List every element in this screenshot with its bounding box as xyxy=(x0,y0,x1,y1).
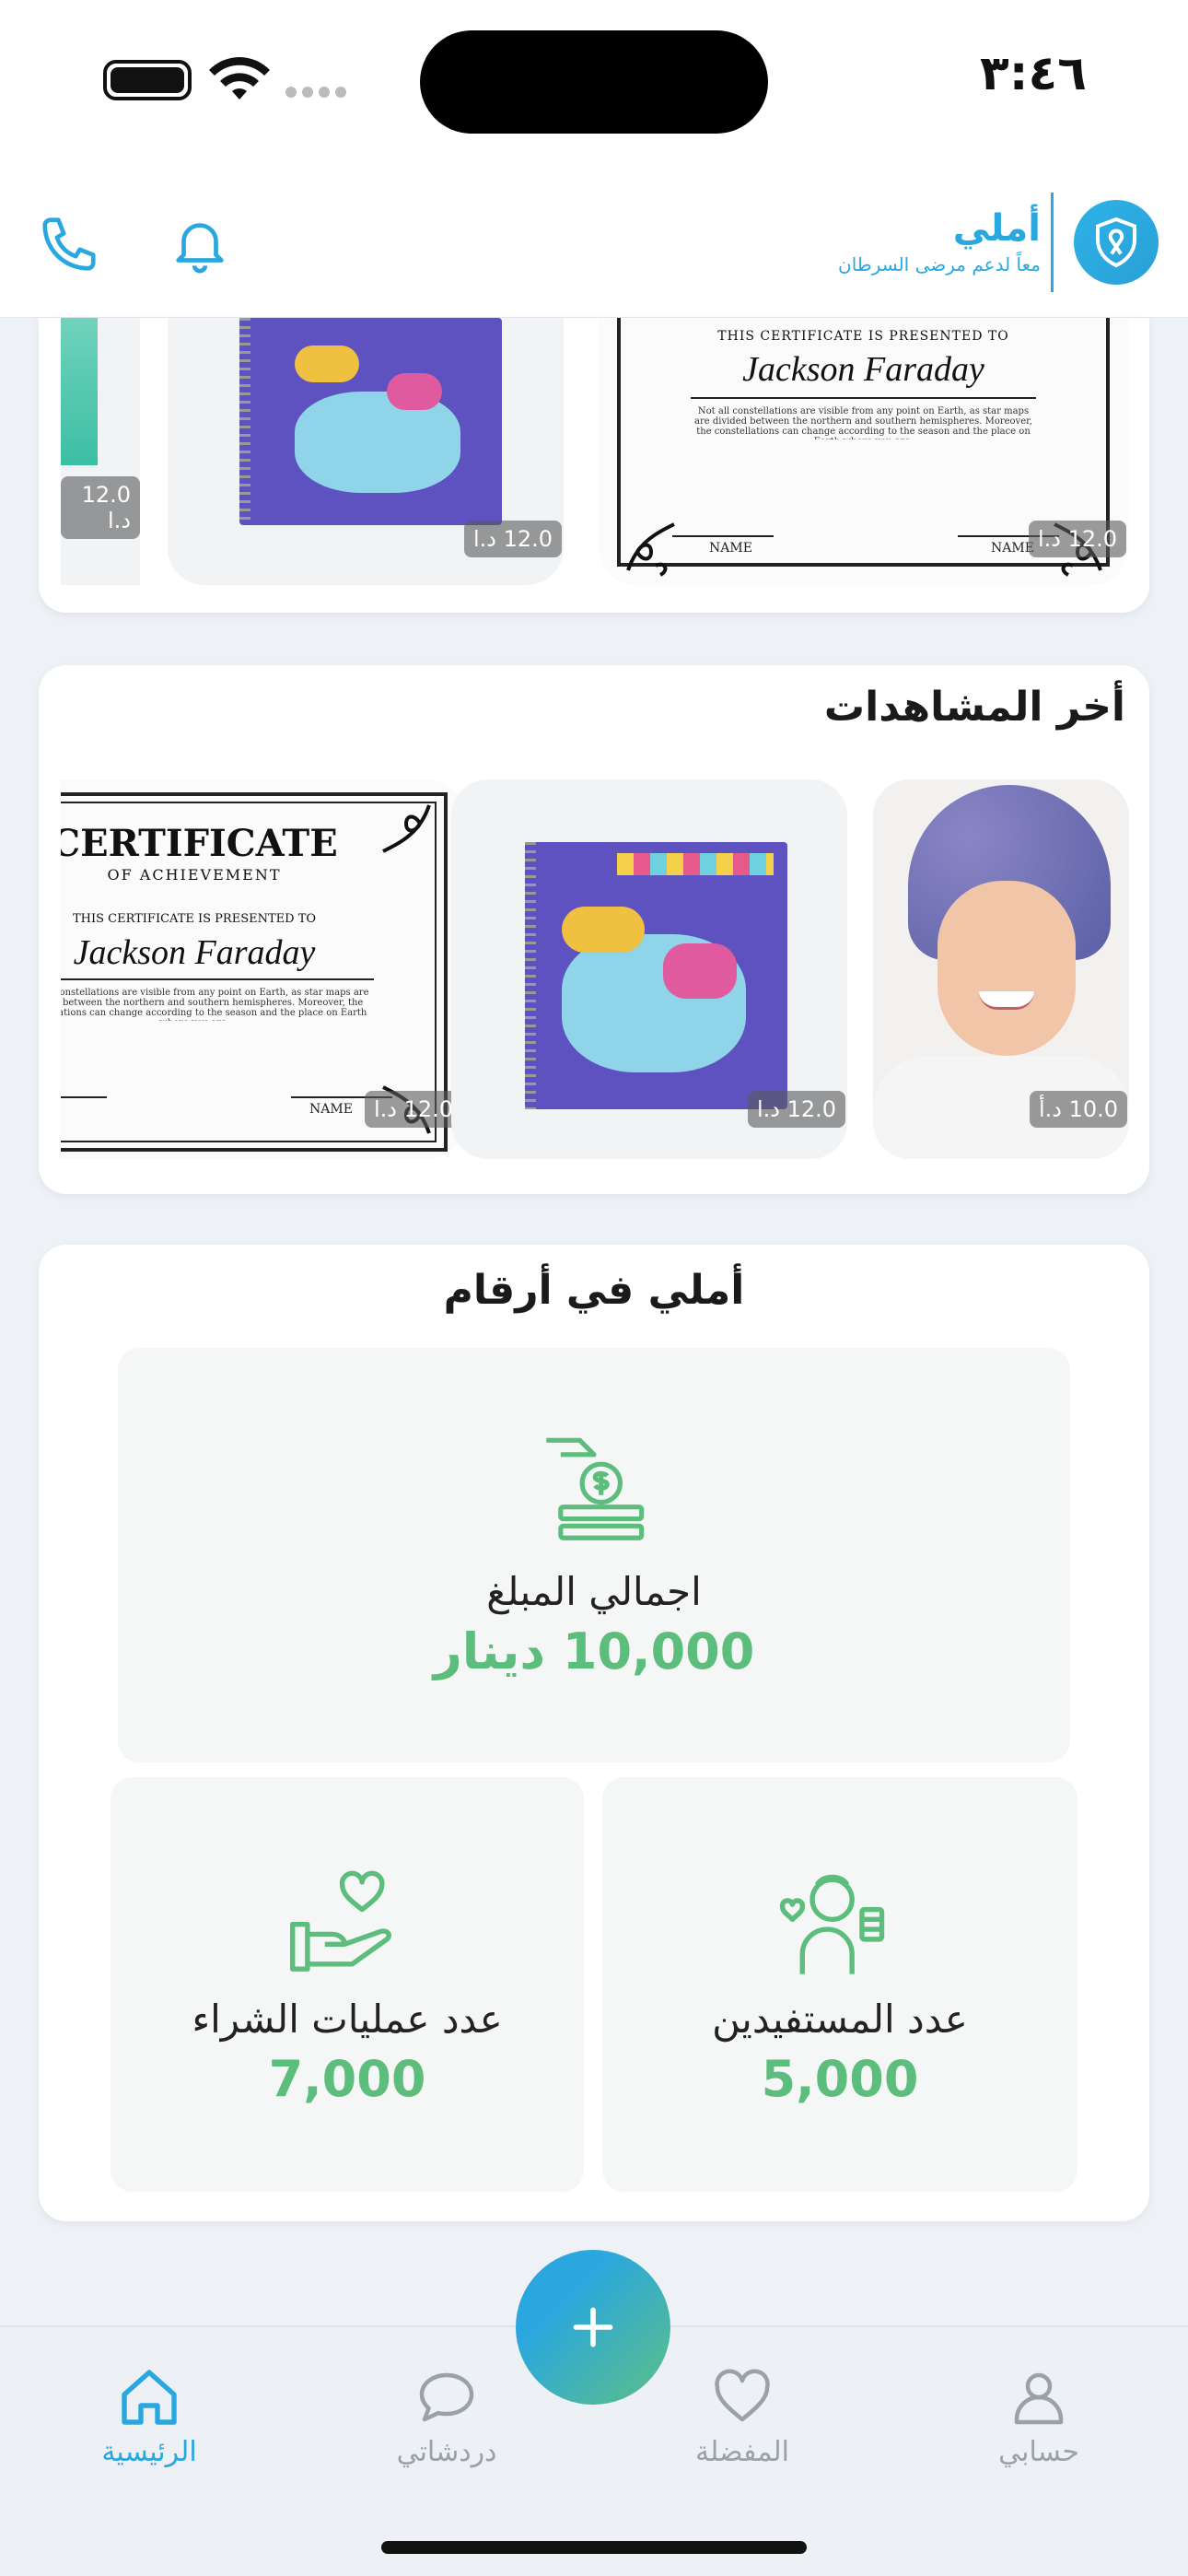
nav-home[interactable]: الرئيسية xyxy=(57,2364,241,2468)
nav-favorites-label: المفضلة xyxy=(694,2436,790,2468)
price-tag: 12.0 د.ا xyxy=(61,476,140,539)
product-tile[interactable]: 12.0 د.ا xyxy=(451,779,847,1159)
signal-icon xyxy=(285,87,346,98)
plus-icon xyxy=(573,2307,613,2348)
chat-bubble-icon xyxy=(419,2372,474,2422)
home-indicator xyxy=(381,2541,807,2554)
heart-icon xyxy=(715,2369,770,2422)
donation-coin-icon xyxy=(546,1437,645,1540)
notebook-image xyxy=(239,318,502,525)
beneficiaries-value: 5,000 xyxy=(761,2050,919,2108)
nav-chats-label: دردشاتي xyxy=(396,2436,497,2468)
product-tile[interactable]: CERTIFICATE OF ACHIEVEMENT THIS CERTIFIC… xyxy=(61,779,464,1159)
nav-favorites[interactable]: المفضلة xyxy=(650,2364,834,2468)
nav-home-label: الرئيسية xyxy=(101,2436,197,2468)
total-amount-value: 10,000 دينار xyxy=(433,1622,755,1680)
notebook-image xyxy=(525,842,787,1109)
stats-card: أملي في أرقام اجمالي المبلغ 10,000 دينار xyxy=(39,1245,1149,2221)
price-tag: 12.0 د.ا xyxy=(747,1091,845,1128)
status-time: ٣:٤٦ xyxy=(979,46,1087,101)
product-tile[interactable]: 12.0 د.ا xyxy=(168,318,564,585)
app-header: أملي معاً لدعم مرضى السرطان xyxy=(0,161,1188,318)
recent-views-title: أخر المشاهدات xyxy=(823,684,1125,731)
heart-hand-icon xyxy=(289,1870,391,1972)
price-tag: 12.0 د.ا xyxy=(463,521,562,557)
user-icon xyxy=(1014,2372,1064,2425)
nav-account[interactable]: حسابي xyxy=(947,2364,1131,2468)
product-tile[interactable]: 12.0 د.ا xyxy=(61,318,140,585)
home-icon xyxy=(122,2370,177,2425)
phone-icon[interactable] xyxy=(37,212,101,276)
wifi-icon xyxy=(209,57,270,100)
product-tile[interactable]: THIS CERTIFICATE IS PRESENTED TO Jackson… xyxy=(599,318,1128,585)
total-amount-box: اجمالي المبلغ 10,000 دينار xyxy=(118,1348,1070,1762)
price-tag: 12.0 د.ا xyxy=(1028,521,1126,557)
purchases-value: 7,000 xyxy=(268,2050,426,2108)
brand-divider xyxy=(1051,193,1054,292)
status-bar: ٣:٤٦ xyxy=(0,0,1188,161)
price-tag: 12.0 د.ا xyxy=(364,1091,462,1128)
products-card: 12.0 د.ا 12.0 د.ا THIS CERTIFICATE IS PR… xyxy=(39,318,1149,613)
nav-account-label: حسابي xyxy=(998,2436,1079,2468)
beneficiaries-label: عدد المستفيدين xyxy=(712,1996,968,2042)
purchases-box: عدد عمليات الشراء 7,000 xyxy=(111,1777,584,2192)
bell-icon[interactable] xyxy=(168,212,232,276)
ornament-icon xyxy=(626,522,675,577)
total-amount-label: اجمالي المبلغ xyxy=(486,1569,702,1614)
recent-views-card: أخر المشاهدات CERTIFICATE OF ACHIEVEMENT… xyxy=(39,665,1149,1194)
dynamic-island xyxy=(420,30,768,134)
brand-tagline: معاً لدعم مرضى السرطان xyxy=(838,253,1041,275)
app-screen: ٣:٤٦ أملي معاً لدعم مرضى السرطان 12.0 د.… xyxy=(0,0,1188,2576)
stats-title: أملي في أرقام xyxy=(443,1267,745,1314)
brand-logo-icon xyxy=(1074,200,1159,285)
battery-icon xyxy=(103,60,192,100)
beneficiaries-box: عدد المستفيدين 5,000 xyxy=(602,1777,1077,2192)
ornament-icon xyxy=(382,804,431,853)
brand-name: أملي xyxy=(952,207,1041,250)
beneficiary-person-icon xyxy=(779,1874,885,1974)
add-button[interactable] xyxy=(516,2250,670,2405)
nav-chats[interactable]: دردشاتي xyxy=(355,2364,539,2468)
price-tag: 10.0 د.أ xyxy=(1029,1091,1127,1128)
purchases-label: عدد عمليات الشراء xyxy=(192,1996,503,2042)
product-tile[interactable]: 10.0 د.أ xyxy=(873,779,1129,1159)
